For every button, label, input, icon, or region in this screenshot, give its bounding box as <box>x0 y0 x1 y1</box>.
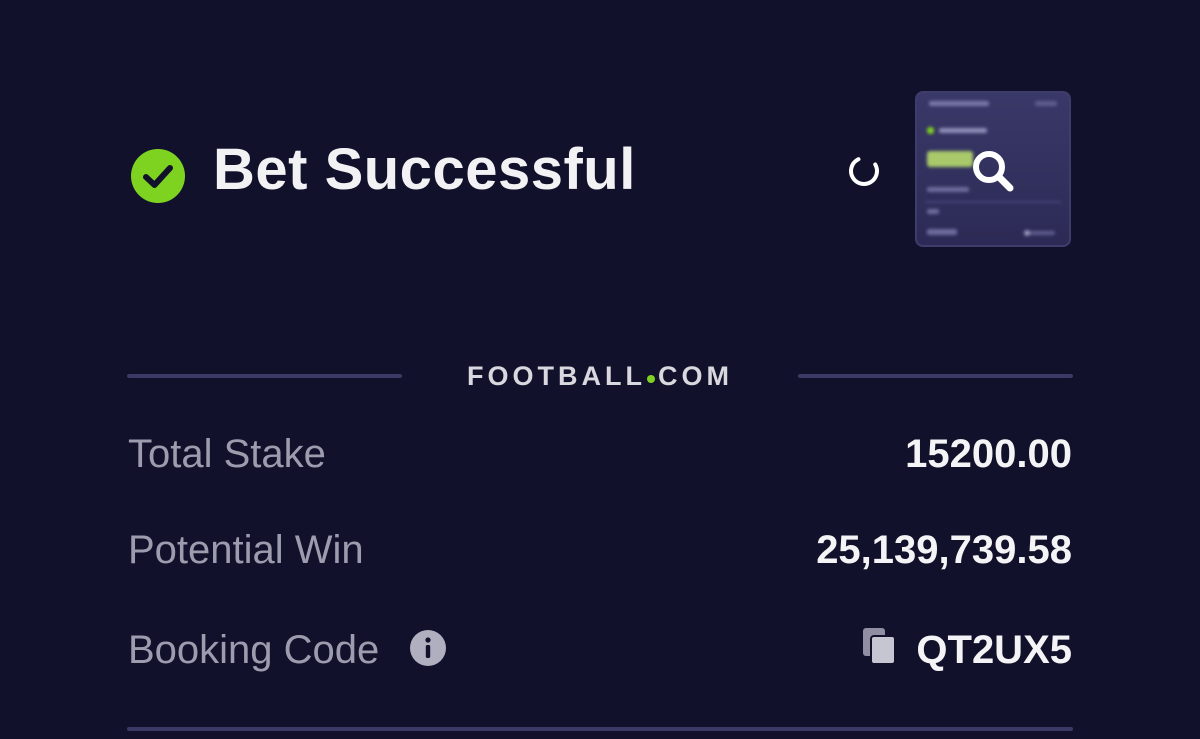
copy-icon[interactable] <box>861 626 897 666</box>
potential-win-value: 25,139,739.58 <box>816 528 1072 572</box>
divider-left <box>127 374 402 378</box>
brand-logo: FOOTBALL COM <box>440 358 760 394</box>
brand-name-right: COM <box>657 361 733 391</box>
page-title: Bet Successful <box>213 137 636 202</box>
check-circle-icon <box>131 149 185 203</box>
bottom-divider <box>127 727 1073 731</box>
spinner-icon <box>849 156 879 186</box>
brand-name-left: FOOTBALL <box>467 361 646 391</box>
magnifier-icon[interactable] <box>969 147 1017 195</box>
booking-code-label: Booking Code <box>128 628 380 672</box>
total-stake-label: Total Stake <box>128 432 326 476</box>
brand-dot <box>646 375 655 383</box>
total-stake-value: 15200.00 <box>905 432 1072 476</box>
potential-win-label: Potential Win <box>128 528 364 572</box>
booking-code-value[interactable]: QT2UX5 <box>916 626 1072 674</box>
bet-success-page: Bet Successful FOOTBALL COM Total Stake 1… <box>0 0 1200 739</box>
info-icon[interactable] <box>409 629 447 667</box>
divider-right <box>798 374 1073 378</box>
